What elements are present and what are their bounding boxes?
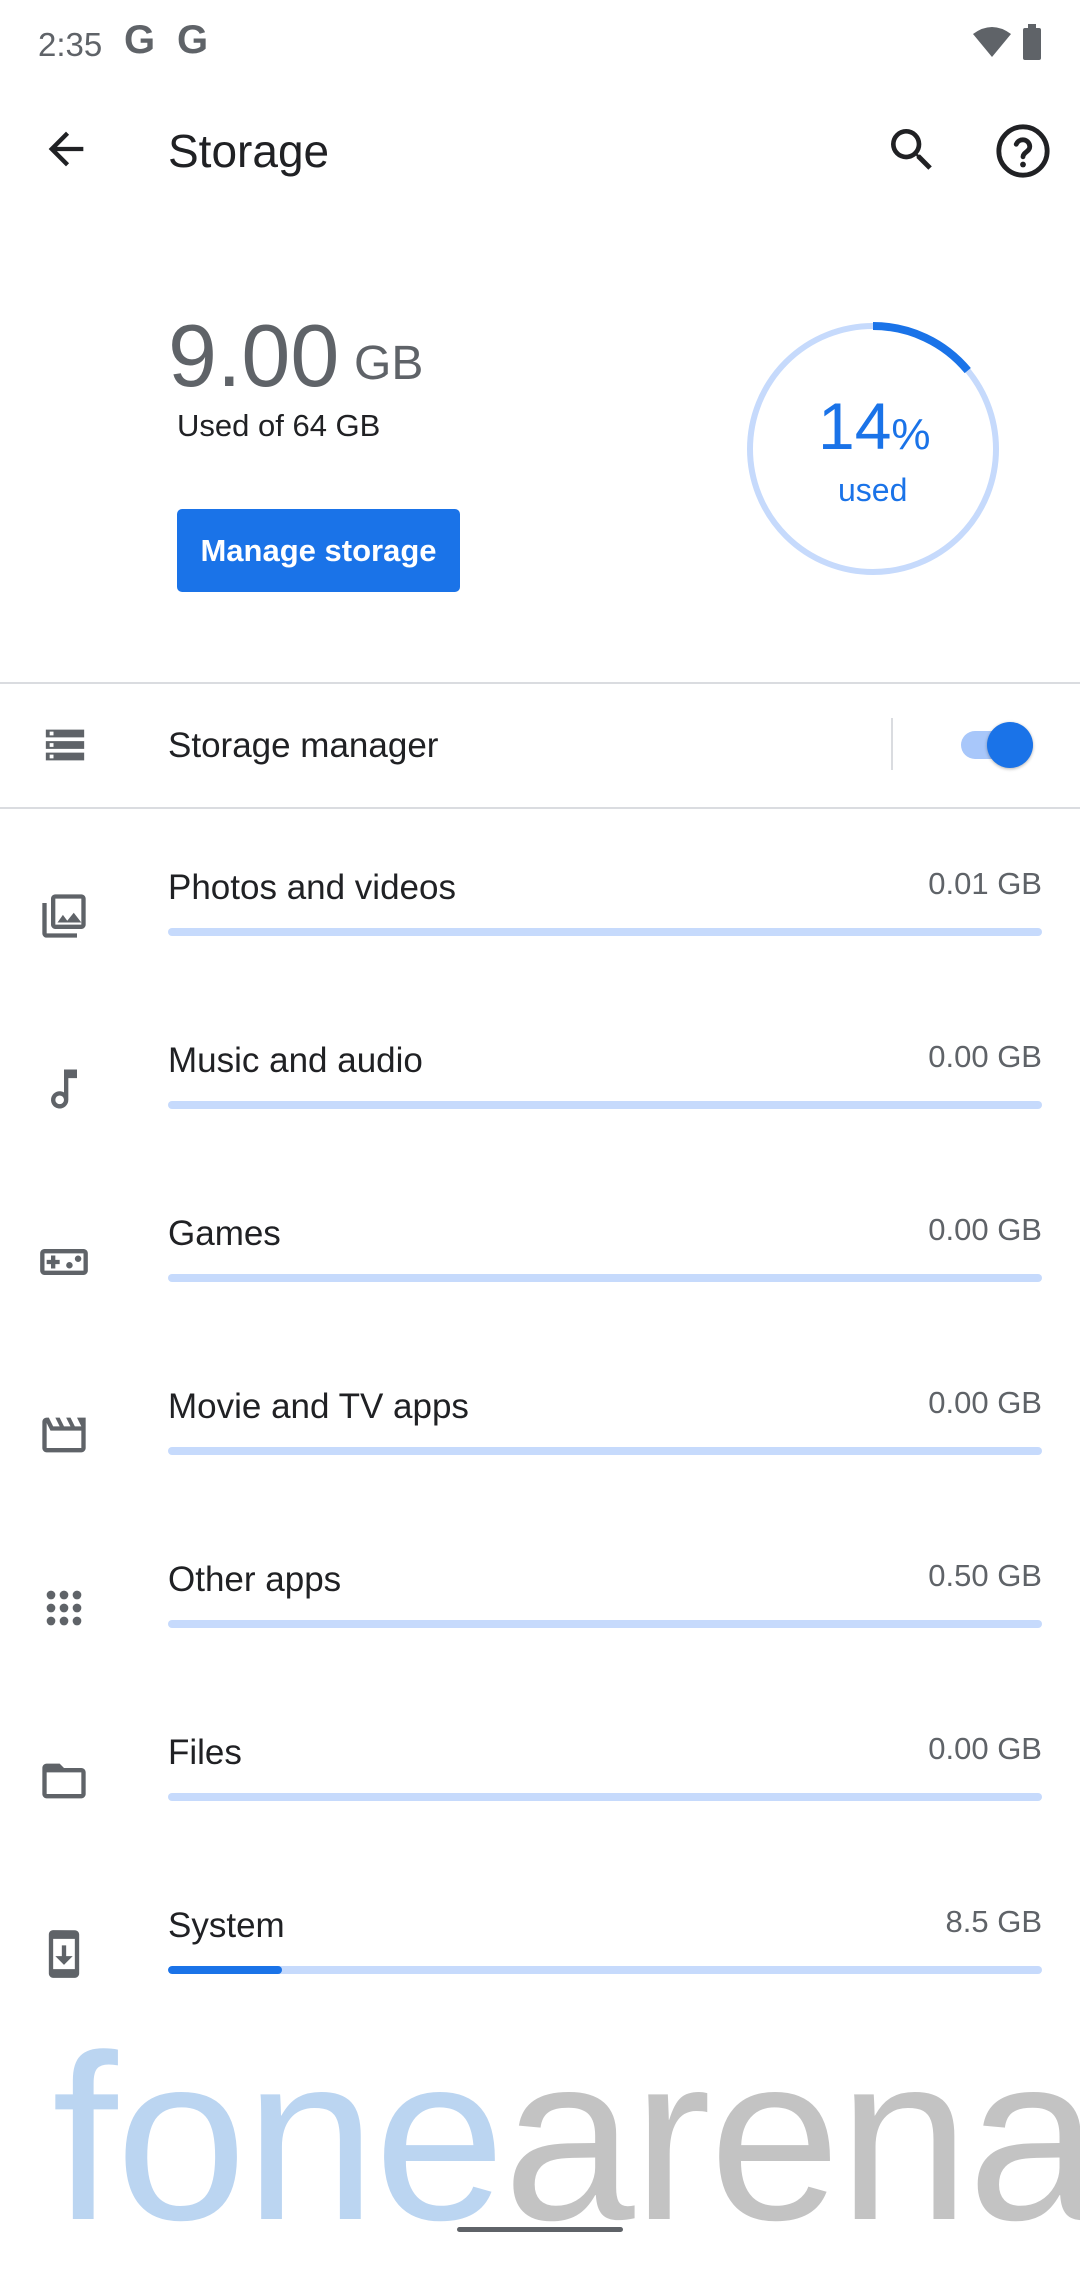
search-icon[interactable]: [884, 122, 940, 178]
category-size: 0.00 GB: [928, 1385, 1042, 1420]
category-size: 0.01 GB: [928, 866, 1042, 901]
used-unit: GB: [354, 337, 424, 390]
category-row-files[interactable]: Files 0.00 GB: [0, 1707, 1080, 1880]
photos-icon: [42, 894, 86, 938]
category-size: 0.00 GB: [928, 1039, 1042, 1074]
category-row-movie-and-tv-apps[interactable]: Movie and TV apps 0.00 GB: [0, 1361, 1080, 1534]
category-size: 0.00 GB: [928, 1212, 1042, 1247]
used-amount: 9.00: [168, 306, 340, 405]
category-label: System: [168, 1906, 285, 1945]
category-label: Files: [168, 1733, 242, 1772]
used-of-total: Used of 64 GB: [177, 408, 381, 443]
music-note-icon: [51, 1069, 77, 1109]
category-label: Games: [168, 1214, 281, 1253]
category-usage-bar: [168, 1101, 1042, 1109]
divider: [0, 682, 1080, 684]
clapperboard-icon: [42, 1417, 86, 1453]
battery-icon: [1023, 24, 1041, 60]
page-title: Storage: [168, 125, 330, 177]
storage-manager-toggle[interactable]: [961, 722, 1037, 768]
category-usage-bar: [168, 1966, 1042, 1974]
category-row-photos-and-videos[interactable]: Photos and videos 0.01 GB: [0, 842, 1080, 1015]
category-size: 0.00 GB: [928, 1731, 1042, 1766]
manage-storage-button[interactable]: Manage storage: [177, 509, 460, 592]
percent-number: 14: [818, 389, 892, 463]
gesture-nav-handle[interactable]: [457, 2227, 623, 2232]
category-row-music-and-audio[interactable]: Music and audio 0.00 GB: [0, 1015, 1080, 1188]
category-size: 8.5 GB: [945, 1904, 1043, 1939]
category-row-games[interactable]: Games 0.00 GB: [0, 1188, 1080, 1361]
system-update-icon: [48, 1930, 80, 1978]
category-row-other-apps[interactable]: Other apps 0.50 GB: [0, 1534, 1080, 1707]
apps-grid-icon: [46, 1590, 82, 1626]
category-label: Movie and TV apps: [168, 1387, 469, 1426]
percent-sign: %: [891, 410, 931, 459]
status-bar: 2:35 G G: [0, 0, 1080, 90]
category-usage-bar: [168, 1793, 1042, 1801]
toggle-thumb: [987, 722, 1033, 768]
help-icon[interactable]: [994, 122, 1052, 180]
category-usage-bar: [168, 1447, 1042, 1455]
google-notification-icon: G: [124, 18, 156, 62]
back-arrow-icon[interactable]: [40, 123, 92, 175]
category-usage-bar: [168, 1274, 1042, 1282]
category-usage-bar: [168, 1620, 1042, 1628]
divider: [0, 807, 1080, 809]
status-time: 2:35: [38, 26, 103, 63]
category-label: Photos and videos: [168, 868, 456, 907]
category-size: 0.50 GB: [928, 1558, 1042, 1593]
category-label: Other apps: [168, 1560, 342, 1599]
folder-icon: [42, 1763, 86, 1799]
google-notification-icon: G: [177, 18, 209, 62]
percent-used-label: used: [838, 472, 908, 508]
percent-used-value: 14%: [818, 388, 931, 464]
category-usage-bar: [168, 928, 1042, 936]
usage-donut-arc: [872, 322, 971, 374]
category-usage-fill: [168, 1966, 282, 1974]
storage-list-icon: [45, 729, 85, 761]
divider: [891, 718, 893, 770]
category-label: Music and audio: [168, 1041, 423, 1080]
storage-manager-label: Storage manager: [168, 726, 439, 765]
watermark-part-1: fone: [52, 2006, 505, 2270]
watermark: fonearena: [52, 2020, 1080, 2256]
gamepad-icon: [40, 1249, 88, 1275]
wifi-icon: [973, 27, 1011, 57]
